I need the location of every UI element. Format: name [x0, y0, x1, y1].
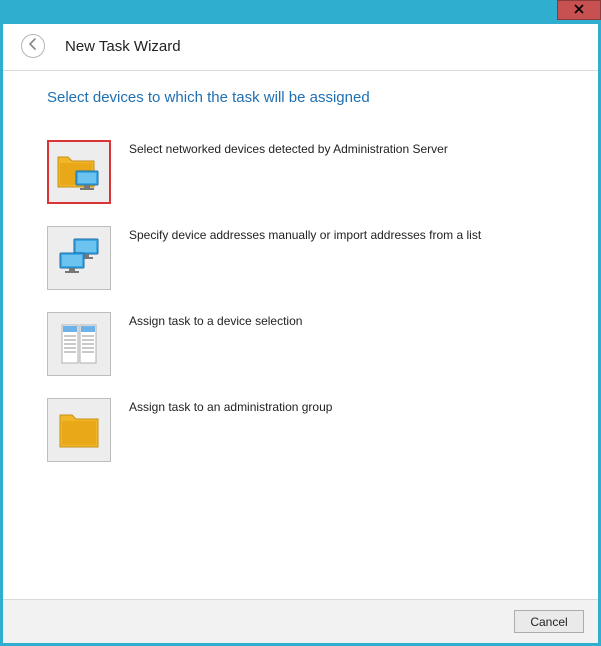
option-device-selection[interactable]: Assign task to a device selection: [47, 312, 564, 376]
close-button[interactable]: [557, 0, 601, 20]
window-title: New Task Wizard: [65, 38, 181, 55]
folder-monitor-icon: [47, 140, 111, 204]
back-button[interactable]: [21, 34, 45, 58]
document-list-icon: [47, 312, 111, 376]
option-networked-devices[interactable]: Select networked devices detected by Adm…: [47, 140, 564, 204]
options-list: Select networked devices detected by Adm…: [47, 140, 564, 462]
option-admin-group[interactable]: Assign task to an administration group: [47, 398, 564, 462]
option-label: Assign task to an administration group: [129, 398, 332, 416]
close-icon: [574, 1, 584, 19]
option-label: Specify device addresses manually or imp…: [129, 226, 481, 244]
cancel-button[interactable]: Cancel: [514, 610, 584, 633]
wizard-window: New Task Wizard Select devices to which …: [0, 0, 601, 646]
option-specify-addresses[interactable]: Specify device addresses manually or imp…: [47, 226, 564, 290]
content-area: Select devices to which the task will be…: [3, 71, 598, 599]
back-arrow-icon: [26, 37, 40, 56]
two-monitors-icon: [47, 226, 111, 290]
cancel-button-label: Cancel: [530, 615, 567, 629]
folder-icon: [47, 398, 111, 462]
titlebar: [0, 0, 601, 24]
page-heading: Select devices to which the task will be…: [47, 89, 564, 106]
option-label: Select networked devices detected by Adm…: [129, 140, 448, 158]
header: New Task Wizard: [3, 24, 598, 71]
footer: Cancel: [3, 599, 598, 643]
option-label: Assign task to a device selection: [129, 312, 302, 330]
